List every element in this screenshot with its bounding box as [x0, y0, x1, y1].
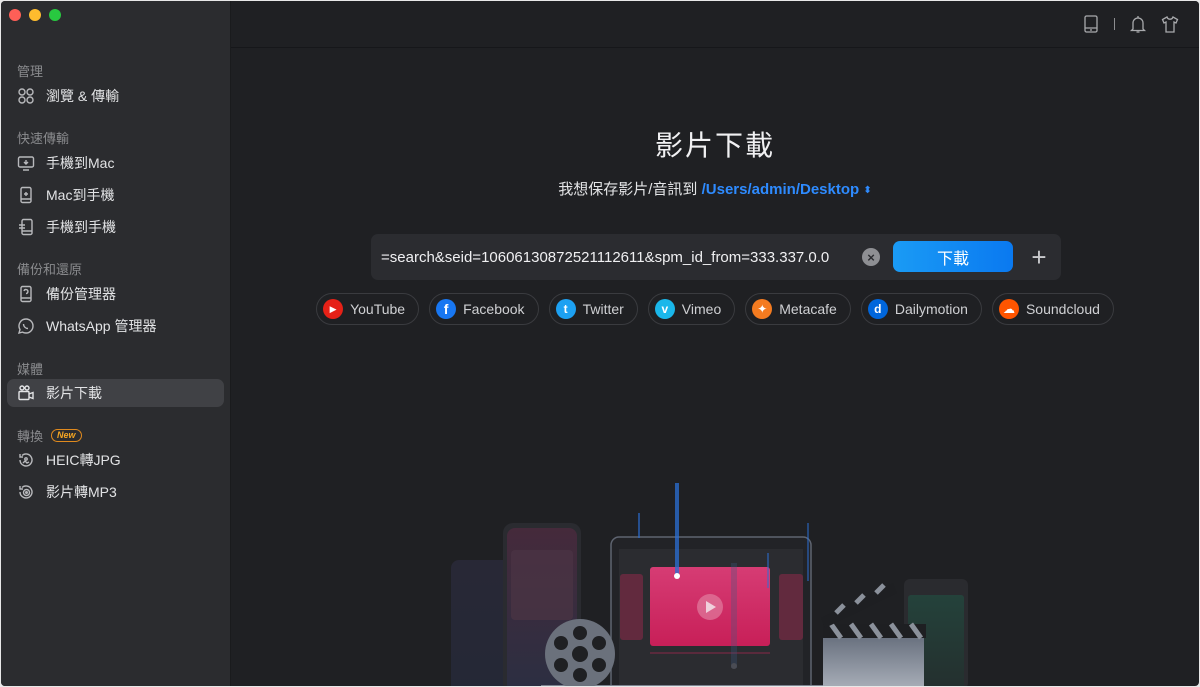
site-youtube[interactable]: ▶ YouTube	[316, 293, 420, 325]
whatsapp-icon	[17, 317, 35, 335]
site-label: Metacafe	[779, 301, 837, 317]
section-label-media: 媒體	[17, 362, 44, 377]
audio-convert-icon	[17, 483, 35, 501]
sidebar-item-label: 瀏覽 & 傳輸	[46, 88, 120, 104]
site-metacafe[interactable]: ✦ Metacafe	[745, 293, 851, 325]
app-window: 管理 瀏覽 & 傳輸 快速傳輸 手機到Mac Mac到手機 手機到手機 備份和還…	[1, 1, 1199, 686]
download-button[interactable]: 下載	[893, 241, 1013, 272]
save-path: /Users/admin/Desktop	[701, 181, 860, 198]
sidebar-item-whatsapp-manager[interactable]: WhatsApp 管理器	[7, 312, 224, 340]
section-label-backup-restore: 備份和還原	[17, 262, 83, 277]
sidebar-item-heic-to-jpg[interactable]: HEIC轉JPG	[7, 446, 224, 474]
plus-icon: +	[1031, 242, 1047, 272]
site-label: Soundcloud	[1025, 301, 1100, 317]
vimeo-icon: v	[654, 299, 675, 319]
top-toolbar	[1082, 14, 1179, 34]
light-beam	[731, 563, 737, 668]
clapperboard-shape	[823, 638, 924, 686]
backup-icon	[17, 285, 35, 303]
close-window-button[interactable]	[9, 9, 21, 21]
save-path-selector[interactable]: /Users/admin/Desktop ⬍	[702, 181, 872, 198]
clear-url-button[interactable]: ×	[862, 248, 880, 266]
shirt-icon[interactable]	[1161, 14, 1179, 34]
sidebar-item-label: Mac到手機	[46, 187, 115, 203]
sidebar-item-video-to-mp3[interactable]: 影片轉MP3	[7, 478, 224, 506]
site-facebook[interactable]: f Facebook	[429, 293, 539, 325]
updown-chevron-icon: ⬍	[863, 185, 872, 196]
device-icon[interactable]	[1082, 14, 1100, 34]
site-twitter[interactable]: t Twitter	[548, 293, 638, 325]
site-label: YouTube	[350, 301, 406, 317]
page-title: 影片下載	[654, 130, 775, 161]
devices-illustration	[451, 483, 968, 686]
sidebar-item-video-download[interactable]: 影片下載	[7, 379, 224, 407]
site-vimeo[interactable]: v Vimeo	[647, 293, 736, 325]
section-label-quick-transfer: 快速傳輸	[17, 131, 70, 146]
supported-sites: ▶ YouTube f Facebook t Twitter v Vimeo ✦…	[231, 293, 1199, 325]
site-label: Dailymotion	[894, 301, 968, 317]
mac-to-phone-icon	[17, 186, 35, 204]
maximize-window-button[interactable]	[49, 9, 61, 21]
url-bar: × 下載 +	[371, 234, 1061, 280]
site-dailymotion[interactable]: d Dailymotion	[860, 293, 982, 325]
url-input[interactable]	[381, 244, 851, 270]
hero-illustration	[431, 443, 1011, 686]
site-label: Vimeo	[681, 301, 722, 317]
section-label-manage: 管理	[17, 64, 44, 79]
section-label-text: 轉換	[17, 429, 44, 444]
phone-to-mac-icon	[17, 154, 35, 172]
save-location-label: 我想保存影片/音訊到	[558, 181, 698, 198]
video-camera-icon	[17, 384, 35, 402]
sidebar-item-label: WhatsApp 管理器	[46, 318, 157, 334]
twitter-icon: t	[555, 299, 576, 319]
top-bar	[231, 1, 1199, 48]
site-label: Twitter	[582, 301, 624, 317]
sidebar-item-mac-to-phone[interactable]: Mac到手機	[7, 181, 224, 209]
sidebar-item-phone-to-phone[interactable]: 手機到手機	[7, 213, 224, 241]
new-badge: New	[51, 429, 82, 442]
section-label-convert: 轉換 New	[17, 426, 82, 445]
window-controls	[9, 9, 61, 21]
toolbar-divider	[1114, 18, 1115, 30]
sidebar-item-backup-manager[interactable]: 備份管理器	[7, 280, 224, 308]
light-beam	[767, 553, 769, 588]
dailymotion-icon: d	[867, 299, 888, 319]
close-icon: ×	[867, 249, 875, 265]
add-url-button[interactable]: +	[1025, 242, 1053, 272]
grid-icon	[17, 87, 35, 105]
phone-back-shape	[451, 560, 511, 686]
save-location-line: 我想保存影片/音訊到 /Users/admin/Desktop ⬍	[231, 178, 1199, 199]
sidebar-item-browse-transfer[interactable]: 瀏覽 & 傳輸	[7, 82, 224, 110]
sidebar: 管理 瀏覽 & 傳輸 快速傳輸 手機到Mac Mac到手機 手機到手機 備份和還…	[1, 1, 231, 686]
metacafe-icon: ✦	[752, 299, 773, 319]
light-beam	[807, 523, 809, 581]
sidebar-item-label: 備份管理器	[46, 286, 116, 302]
sidebar-item-label: 手機到Mac	[46, 155, 115, 171]
light-beam	[675, 483, 679, 575]
image-convert-icon	[17, 451, 35, 469]
facebook-icon: f	[436, 299, 457, 319]
light-beam	[638, 513, 640, 538]
bell-icon[interactable]	[1129, 14, 1147, 34]
youtube-icon: ▶	[323, 299, 344, 319]
phone-to-phone-icon	[17, 218, 35, 236]
minimize-window-button[interactable]	[29, 9, 41, 21]
main-panel: 影片下載 我想保存影片/音訊到 /Users/admin/Desktop ⬍ ×…	[231, 48, 1199, 686]
site-label: Facebook	[463, 301, 525, 317]
sidebar-item-label: 影片下載	[46, 385, 102, 401]
sidebar-item-label: HEIC轉JPG	[46, 452, 121, 468]
soundcloud-icon: ☁	[998, 299, 1019, 319]
sidebar-item-phone-to-mac[interactable]: 手機到Mac	[7, 149, 224, 177]
sidebar-item-label: 影片轉MP3	[46, 484, 117, 500]
site-soundcloud[interactable]: ☁ Soundcloud	[991, 293, 1114, 325]
sidebar-item-label: 手機到手機	[46, 219, 116, 235]
